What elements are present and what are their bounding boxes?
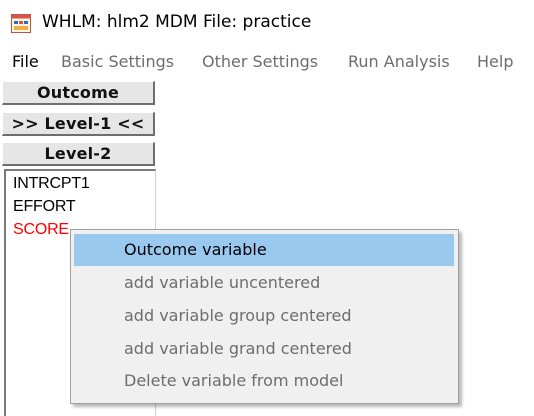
context-menu: Outcome variable add variable uncentered… — [70, 229, 459, 404]
level-2-button[interactable]: Level-2 — [2, 142, 155, 166]
title-bar: WHLM: hlm2 MDM File: practice — [0, 0, 534, 46]
context-item-add-grand-centered[interactable]: add variable grand centered — [74, 333, 454, 365]
menu-basic-settings[interactable]: Basic Settings — [61, 52, 174, 71]
context-item-add-uncentered[interactable]: add variable uncentered — [74, 267, 454, 299]
context-item-label: add variable group centered — [124, 306, 352, 325]
whlm-app-icon — [11, 14, 31, 33]
context-item-add-group-centered[interactable]: add variable group centered — [74, 300, 454, 332]
context-item-label: add variable grand centered — [124, 339, 352, 358]
menu-help[interactable]: Help — [477, 52, 513, 71]
variable-effort[interactable]: EFFORT — [13, 197, 76, 217]
menu-file[interactable]: File — [12, 52, 39, 71]
context-item-label: Outcome variable — [124, 240, 267, 259]
variable-score[interactable]: SCORE — [13, 220, 69, 240]
context-item-label: Delete variable from model — [124, 371, 344, 390]
variable-intrcpt1[interactable]: INTRCPT1 — [13, 174, 90, 194]
context-item-label: add variable uncentered — [124, 273, 321, 292]
menu-bar: File Basic Settings Other Settings Run A… — [0, 48, 534, 76]
menu-run-analysis[interactable]: Run Analysis — [348, 52, 450, 71]
context-item-delete-variable[interactable]: Delete variable from model — [74, 365, 454, 397]
level-1-button[interactable]: >> Level-1 << — [2, 112, 155, 136]
window-title: WHLM: hlm2 MDM File: practice — [42, 12, 312, 32]
menu-other-settings[interactable]: Other Settings — [202, 52, 318, 71]
context-item-outcome-variable[interactable]: Outcome variable — [74, 234, 454, 266]
outcome-button[interactable]: Outcome — [2, 81, 155, 105]
